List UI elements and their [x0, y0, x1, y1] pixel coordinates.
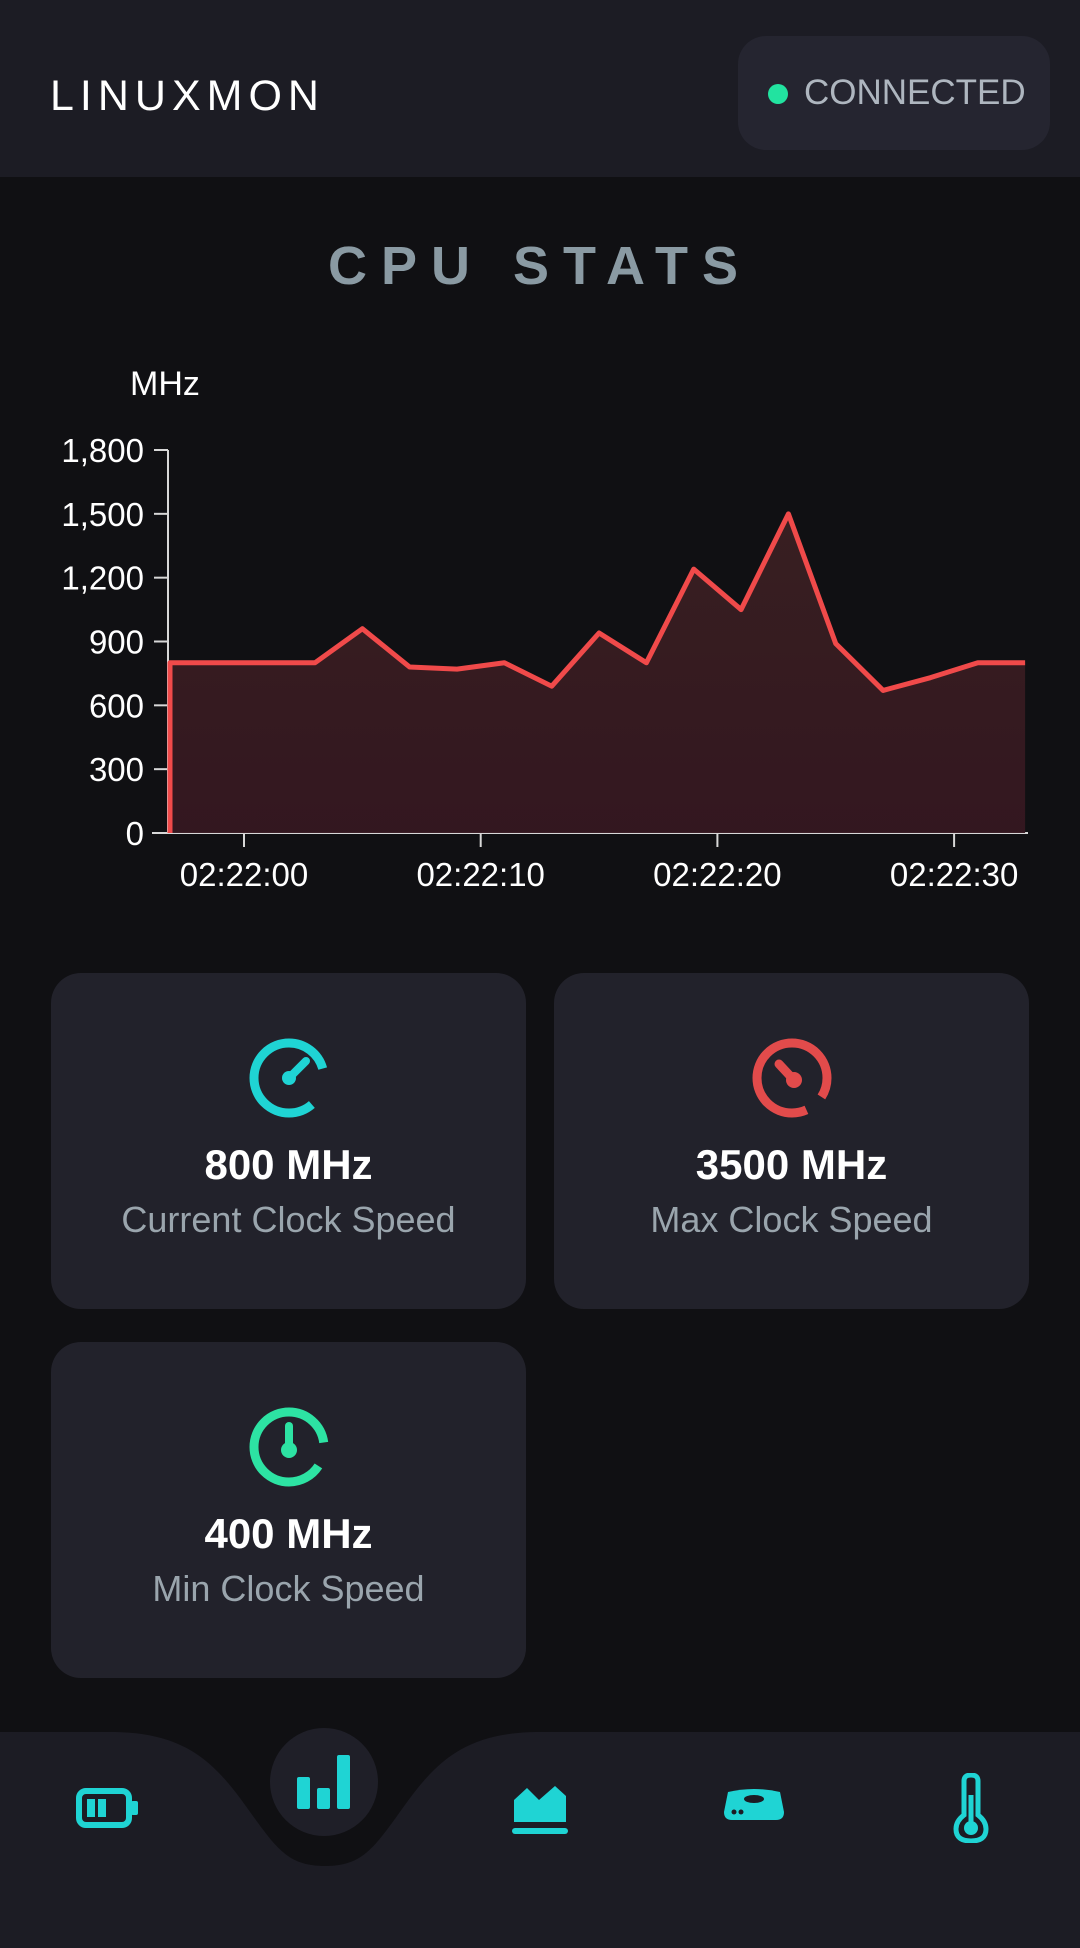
min-clock-label: Min Clock Speed: [152, 1568, 425, 1609]
y-tick-label: 300: [89, 751, 144, 788]
max-clock-label: Max Clock Speed: [650, 1199, 933, 1240]
y-axis-label: MHz: [130, 365, 200, 403]
y-tick-label: 1,200: [61, 560, 144, 597]
y-tick-label: 1,800: [61, 432, 144, 469]
battery-icon[interactable]: [76, 1786, 140, 1830]
y-tick-label: 1,500: [61, 496, 144, 533]
nav-background: [0, 1732, 1080, 1948]
status-bar: [0, 0, 1080, 9]
max-clock-speed-card: 3500 MHz Max Clock Speed: [554, 973, 1029, 1309]
area-chart-icon[interactable]: [511, 1778, 569, 1838]
min-clock-speed-card: 400 MHz Min Clock Speed: [51, 1342, 526, 1678]
app-title: LINUXMON: [50, 72, 325, 120]
current-clock-speed-card: 800 MHz Current Clock Speed: [51, 973, 526, 1309]
connection-status-label: CONNECTED: [804, 73, 1026, 112]
page-title: CPU STATS: [327, 236, 752, 296]
y-tick-label: 900: [89, 624, 144, 661]
disk-drive-icon[interactable]: [722, 1786, 786, 1826]
app-header: LINUXMON CONNECTED: [0, 9, 1080, 177]
x-tick-label: 02:22:30: [890, 856, 1018, 893]
bar-chart-icon: [297, 1755, 350, 1809]
status-dot: [768, 84, 788, 104]
connection-status-badge: CONNECTED: [738, 36, 1050, 150]
y-tick-label: 0: [126, 815, 144, 852]
speedometer-max-icon: [752, 1038, 832, 1118]
x-tick-label: 02:22:20: [653, 856, 781, 893]
speedometer-min-icon: [249, 1407, 329, 1487]
x-tick-label: 02:22:00: [180, 856, 308, 893]
thermometer-icon[interactable]: [952, 1773, 990, 1843]
speedometer-icon: [249, 1038, 329, 1118]
current-clock-value: 800 MHz: [204, 1141, 373, 1188]
bar-chart-nav-button[interactable]: [270, 1728, 378, 1836]
y-tick-label: 600: [89, 687, 144, 724]
bottom-navigation: [0, 1728, 1080, 1948]
min-clock-value: 400 MHz: [204, 1510, 373, 1557]
max-clock-value: 3500 MHz: [695, 1141, 888, 1188]
cpu-frequency-chart: MHz 0 300 600 900 1,200 1,500 1,800 02:22:00 02:…: [61, 365, 1028, 893]
x-tick-label: 02:22:10: [416, 856, 544, 893]
series-area: [170, 513, 1026, 833]
current-clock-label: Current Clock Speed: [121, 1199, 456, 1240]
